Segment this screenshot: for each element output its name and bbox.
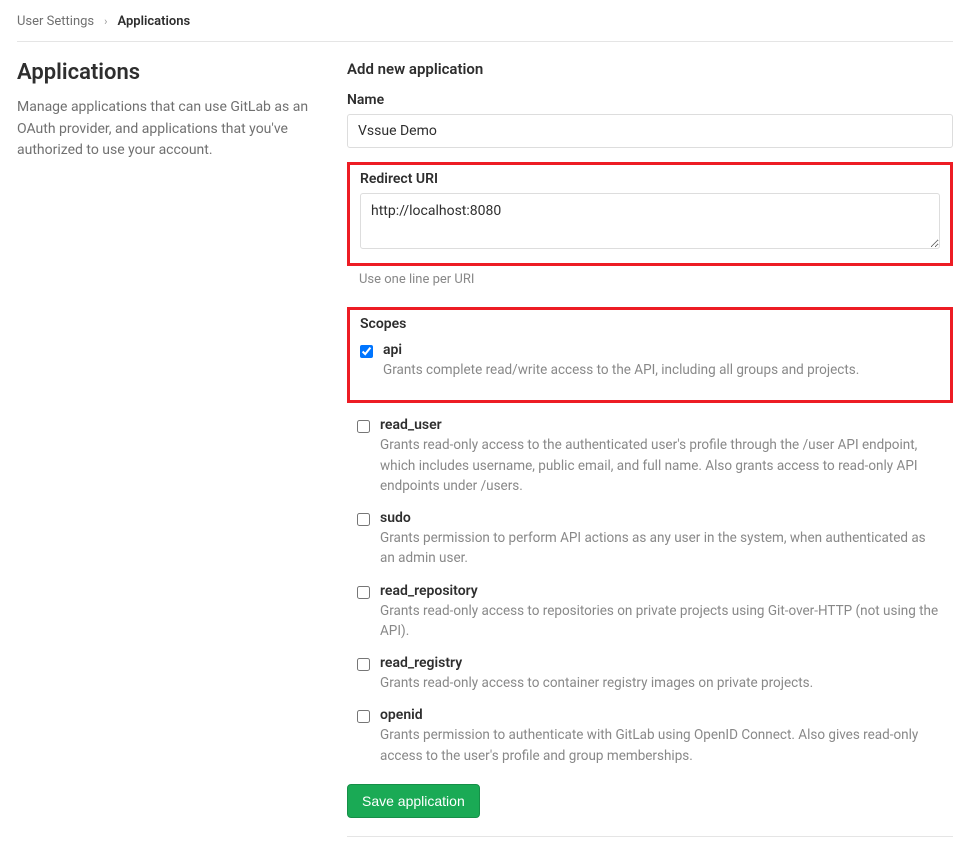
breadcrumb-current: Applications bbox=[117, 14, 190, 29]
scope-description: Grants read-only access to repositories … bbox=[380, 603, 938, 639]
scope-item-read-registry: read_registry Grants read-only access to… bbox=[357, 655, 943, 693]
scope-description: Grants read-only access to the authentic… bbox=[380, 437, 918, 494]
scope-name: read_repository bbox=[380, 583, 943, 599]
redirect-uri-highlight: Redirect URI bbox=[347, 162, 953, 266]
name-input[interactable] bbox=[347, 114, 953, 148]
scope-description: Grants permission to perform API actions… bbox=[380, 530, 926, 566]
sidebar: Applications Manage applications that ca… bbox=[17, 60, 317, 867]
scope-item-api: api Grants complete read/write access to… bbox=[360, 342, 940, 380]
scope-item-read-repository: read_repository Grants read-only access … bbox=[357, 583, 943, 642]
scopes-highlight: Scopes api Grants complete read/write ac… bbox=[347, 307, 953, 403]
redirect-uri-label: Redirect URI bbox=[360, 171, 940, 187]
scope-name: read_user bbox=[380, 417, 943, 433]
scope-name: api bbox=[383, 342, 940, 358]
scope-checkbox-sudo[interactable] bbox=[357, 513, 370, 526]
page-description: Manage applications that can use GitLab … bbox=[17, 97, 317, 162]
scope-item-sudo: sudo Grants permission to perform API ac… bbox=[357, 510, 943, 569]
divider bbox=[347, 836, 953, 837]
scope-checkbox-api[interactable] bbox=[360, 345, 373, 358]
breadcrumb-parent[interactable]: User Settings bbox=[17, 14, 94, 29]
name-label: Name bbox=[347, 92, 953, 108]
chevron-right-icon: › bbox=[104, 15, 107, 28]
save-application-button[interactable]: Save application bbox=[347, 784, 480, 818]
scope-checkbox-openid[interactable] bbox=[357, 710, 370, 723]
page-title: Applications bbox=[17, 60, 317, 85]
scope-description: Grants permission to authenticate with G… bbox=[380, 727, 918, 763]
scope-description: Grants complete read/write access to the… bbox=[383, 362, 859, 378]
scopes-label: Scopes bbox=[360, 316, 940, 332]
scope-checkbox-read-registry[interactable] bbox=[357, 658, 370, 671]
scope-item-openid: openid Grants permission to authenticate… bbox=[357, 707, 943, 766]
redirect-uri-input[interactable] bbox=[360, 193, 940, 249]
scope-name: read_registry bbox=[380, 655, 943, 671]
main-form: Add new application Name Redirect URI Us… bbox=[347, 60, 953, 867]
scope-checkbox-read-repository[interactable] bbox=[357, 586, 370, 599]
scope-checkbox-read-user[interactable] bbox=[357, 420, 370, 433]
breadcrumb: User Settings › Applications bbox=[17, 0, 953, 42]
scope-item-read-user: read_user Grants read-only access to the… bbox=[357, 417, 943, 496]
scope-description: Grants read-only access to container reg… bbox=[380, 675, 813, 691]
scope-name: sudo bbox=[380, 510, 943, 526]
section-title: Add new application bbox=[347, 60, 953, 78]
redirect-uri-help: Use one line per URI bbox=[347, 272, 953, 287]
scope-name: openid bbox=[380, 707, 943, 723]
